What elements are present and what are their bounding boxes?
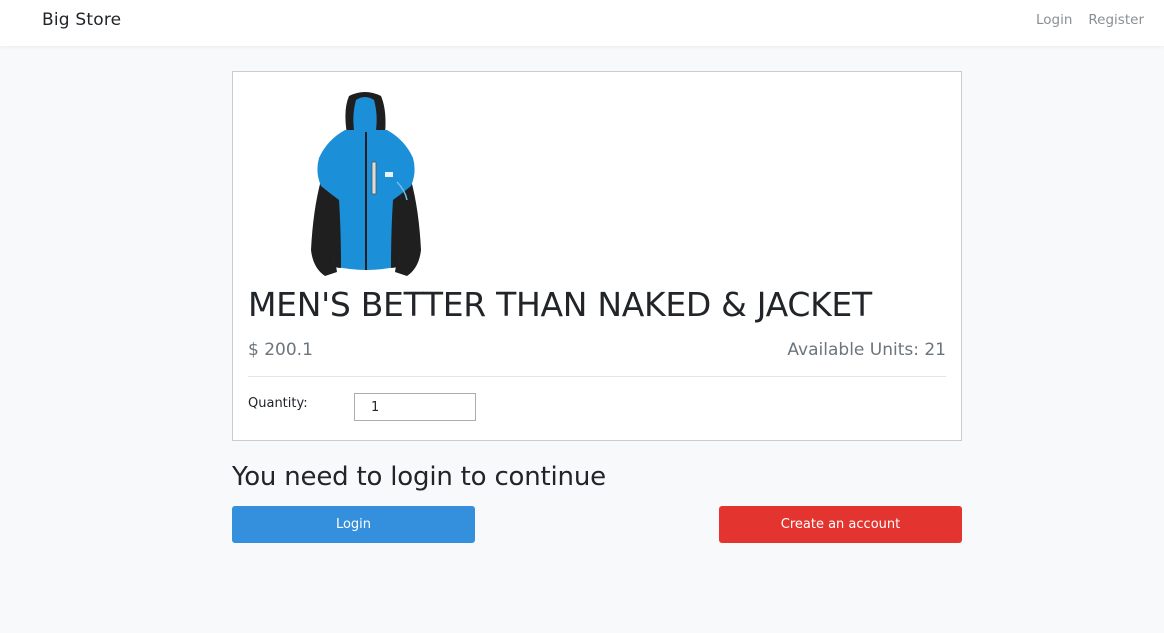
divider: [248, 376, 946, 377]
quantity-label: Quantity:: [248, 396, 308, 411]
login-button[interactable]: Login: [232, 506, 475, 543]
create-account-button[interactable]: Create an account: [719, 506, 962, 543]
product-image: [311, 92, 421, 276]
product-price: $ 200.1: [248, 340, 313, 360]
top-navbar: Big Store Login Register: [0, 0, 1164, 46]
nav-register-link[interactable]: Register: [1088, 12, 1144, 28]
quantity-input[interactable]: [354, 393, 476, 421]
brand-link[interactable]: Big Store: [42, 10, 121, 30]
login-required-message: You need to login to continue: [232, 462, 606, 492]
nav-login-link[interactable]: Login: [1036, 12, 1072, 28]
available-units: Available Units: 21: [787, 340, 946, 360]
nav-links: Login Register: [1036, 12, 1144, 28]
product-title: MEN'S BETTER THAN NAKED & JACKET: [248, 285, 872, 324]
product-card: MEN'S BETTER THAN NAKED & JACKET $ 200.1…: [232, 71, 962, 441]
